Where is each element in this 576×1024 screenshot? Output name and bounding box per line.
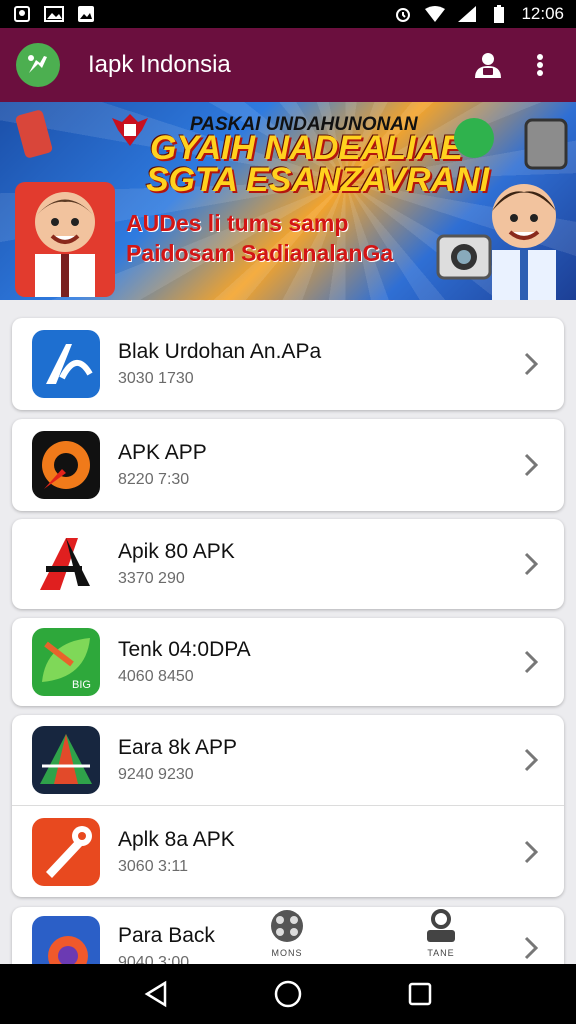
list-item[interactable]: Eara 8k APP 9240 9230 [12,714,564,806]
list-item-text: Blak Urdohan An.APa 3030 1730 [118,340,516,388]
tools-icon [32,817,100,886]
nav-recents-button[interactable] [400,974,440,1014]
list-item[interactable]: Blak Urdohan An.APa 3030 1730 [12,318,564,410]
banner-line-1: AUDes li tums samp [126,210,349,236]
dark-triangle-icon [32,726,100,794]
bottom-tabs: MONS TANE [240,908,500,964]
app-name: Tenk 04:0DPA [118,638,251,661]
status-bar: 12:06 [0,0,576,28]
chevron-right-icon [516,453,546,477]
chevron-right-icon [516,650,546,674]
garuda-emblem-icon [112,114,148,146]
phone-icon [15,110,53,158]
app-meta: 8220 7:30 [118,471,190,488]
wifi-icon [425,5,446,23]
cartoon-boy-right-icon [436,184,556,300]
list-item[interactable]: APK APP 8220 7:30 [12,419,564,511]
account-icon [475,53,501,78]
app-meta: 9240 9230 [118,766,194,783]
banner-line-2: Paidosam SadianalanGa [126,240,394,266]
blue-a-icon [32,330,100,398]
status-left [12,5,96,23]
notification-icon [12,5,32,23]
svg-text:BIG: BIG [72,679,91,691]
person-icon [427,909,455,942]
chevron-right-icon [516,352,546,376]
more-vert-icon [537,54,543,76]
back-icon [144,980,167,1008]
list-item[interactable]: Apik 80 APK 3370 290 [12,518,564,610]
system-nav-bar [0,964,576,1024]
signal-icon [457,5,477,23]
chevron-right-icon [516,840,546,864]
app-name: Blak Urdohan An.APa [118,340,322,363]
status-right: 12:06 [393,4,564,24]
list-item[interactable]: BIG Tenk 04:0DPA 4060 8450 [12,616,564,708]
list-item[interactable]: Aplk 8a APK 3060 3:11 [12,805,564,897]
tab-label: MONS [271,948,303,958]
app-name: Eara 8k APP [118,736,238,759]
app-bar: Iapk Indonsia [0,28,576,102]
list-item-text: APK APP 8220 7:30 [118,441,516,489]
tab-mons[interactable]: MONS [252,908,322,958]
chevron-right-icon [516,916,546,960]
tab-label: TANE [427,948,455,958]
list-item-text: Tenk 04:0DPA 4060 8450 [118,638,516,686]
globe-icon [271,910,303,942]
rocket-icon [32,431,100,499]
app-meta: 4060 8450 [118,668,194,685]
red-a-icon [32,530,100,598]
app-meta: 3060 3:11 [118,857,188,875]
recents-icon [408,982,432,1006]
alarm-icon [393,5,413,23]
app-name: Apik 80 APK [118,540,235,563]
tools-logo-icon [28,55,47,73]
image-icon [76,5,96,23]
battery-icon [489,5,509,23]
green-leaf-icon: BIG [32,628,100,696]
image-icon [44,5,64,23]
chat-badge-icon [454,118,494,158]
app-meta: 3370 290 [118,570,185,587]
cartoon-boy-left-icon [15,182,115,297]
chevron-right-icon [516,748,546,772]
app-name: Aplk 8a APK [118,827,235,851]
more-options-button[interactable] [520,45,560,85]
nav-back-button[interactable] [136,974,176,1014]
app-logo[interactable] [16,43,60,87]
tab-tane[interactable]: TANE [406,908,476,958]
banner-headline-1: GYAIH NADEALIAE [150,129,463,167]
promo-banner[interactable]: PASKAI UNDAHUNONAN GYAIH NADEALIAE SGTA … [0,102,576,300]
home-icon [274,980,302,1008]
chevron-right-icon [516,552,546,576]
list-item-text: Eara 8k APP 9240 9230 [118,736,516,784]
app-meta: 3030 1730 [118,370,194,387]
app-name: APK APP [118,441,207,464]
nav-home-button[interactable] [268,974,308,1014]
account-button[interactable] [468,45,508,85]
list-item-text: Aplk 8a APK 3060 3:11 [118,828,516,876]
phone-right-icon [524,118,568,170]
app-title: Iapk Indonsia [88,51,231,78]
list-item-text: Apik 80 APK 3370 290 [118,540,516,588]
status-time: 12:06 [521,4,564,23]
